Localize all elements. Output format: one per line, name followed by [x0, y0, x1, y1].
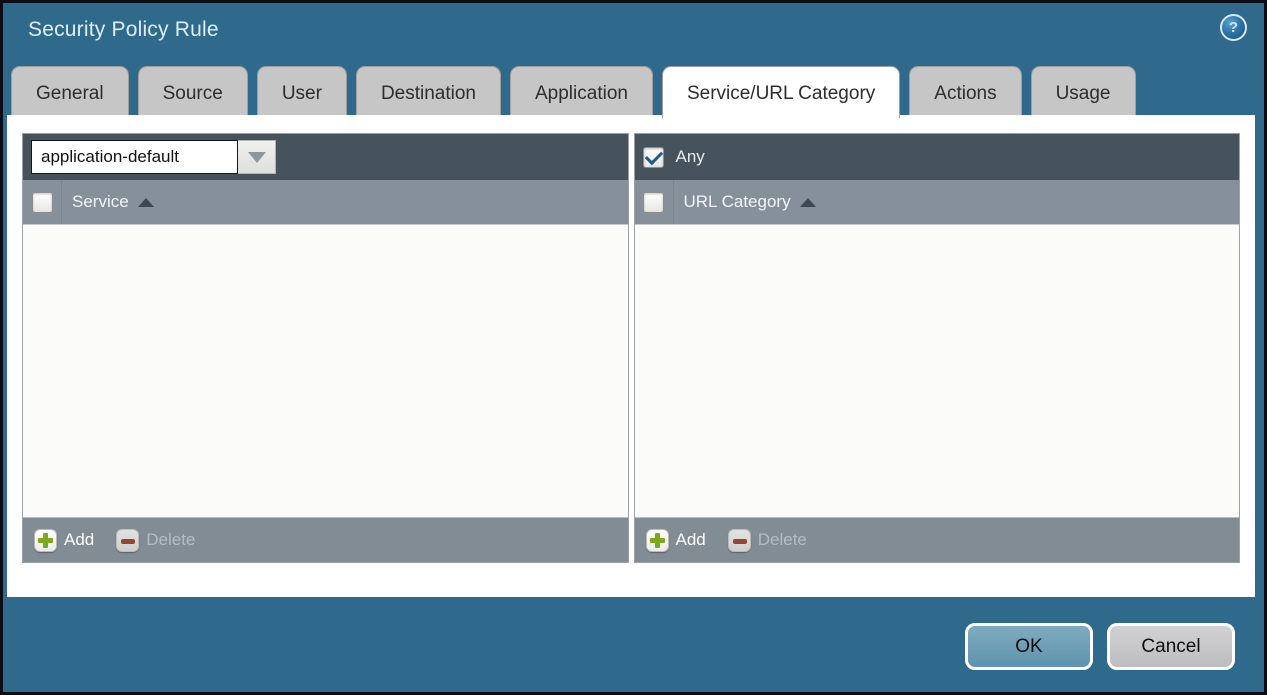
chevron-down-icon	[248, 152, 266, 163]
select-all-url-categories-checkbox[interactable]	[643, 192, 664, 213]
minus-icon	[728, 529, 751, 552]
add-url-category-label: Add	[676, 530, 706, 550]
sort-ascending-icon	[800, 198, 816, 207]
service-panel: application-default Service	[22, 133, 629, 563]
tab-destination[interactable]: Destination	[356, 66, 501, 118]
url-category-panel: Any URL Category Add	[634, 133, 1241, 563]
url-category-list	[635, 225, 1240, 517]
url-category-column-header[interactable]: URL Category	[684, 192, 791, 212]
tab-bar: General Source User Destination Applicat…	[11, 66, 1145, 118]
help-icon[interactable]: ?	[1220, 14, 1247, 41]
delete-service-button[interactable]: Delete	[116, 529, 195, 552]
dialog-button-row: OK Cancel	[965, 623, 1235, 670]
any-url-category-label: Any	[676, 147, 705, 167]
url-category-panel-footer: Add Delete	[635, 517, 1240, 562]
service-select-all-cell	[23, 180, 62, 224]
service-list	[23, 225, 628, 517]
dialog-titlebar: Security Policy Rule ?	[3, 3, 1264, 63]
plus-icon	[34, 529, 57, 552]
service-type-dropdown-button[interactable]	[238, 140, 276, 174]
any-url-category-checkbox[interactable]	[643, 147, 664, 168]
ok-button[interactable]: OK	[965, 623, 1093, 670]
tab-user[interactable]: User	[257, 66, 347, 118]
url-category-panel-toolbar: Any	[635, 134, 1240, 180]
delete-url-category-button[interactable]: Delete	[728, 529, 807, 552]
select-all-services-checkbox[interactable]	[32, 192, 53, 213]
sort-ascending-icon	[138, 198, 154, 207]
tab-service-url-category[interactable]: Service/URL Category	[662, 66, 900, 118]
service-panel-toolbar: application-default	[23, 134, 628, 180]
add-service-label: Add	[64, 530, 94, 550]
tab-actions[interactable]: Actions	[909, 66, 1021, 118]
plus-icon	[646, 529, 669, 552]
add-service-button[interactable]: Add	[34, 529, 94, 552]
security-policy-rule-dialog: Security Policy Rule ? General Source Us…	[0, 0, 1267, 695]
delete-service-label: Delete	[146, 530, 195, 550]
tab-content: application-default Service	[7, 115, 1255, 597]
url-category-select-all-cell	[635, 180, 674, 224]
service-panel-footer: Add Delete	[23, 517, 628, 562]
add-url-category-button[interactable]: Add	[646, 529, 706, 552]
tab-general[interactable]: General	[11, 66, 129, 118]
service-type-selected-value[interactable]: application-default	[31, 140, 238, 174]
service-column-header[interactable]: Service	[72, 192, 129, 212]
url-category-table-header: URL Category	[635, 180, 1240, 225]
cancel-button[interactable]: Cancel	[1107, 623, 1235, 670]
minus-icon	[116, 529, 139, 552]
service-table-header: Service	[23, 180, 628, 225]
dialog-title: Security Policy Rule	[28, 18, 219, 42]
tab-source[interactable]: Source	[138, 66, 248, 118]
service-type-select[interactable]: application-default	[31, 140, 276, 174]
tab-application[interactable]: Application	[510, 66, 653, 118]
panels-container: application-default Service	[7, 115, 1255, 563]
tab-usage[interactable]: Usage	[1031, 66, 1136, 118]
help-icon-glyph: ?	[1229, 19, 1238, 36]
delete-url-category-label: Delete	[758, 530, 807, 550]
